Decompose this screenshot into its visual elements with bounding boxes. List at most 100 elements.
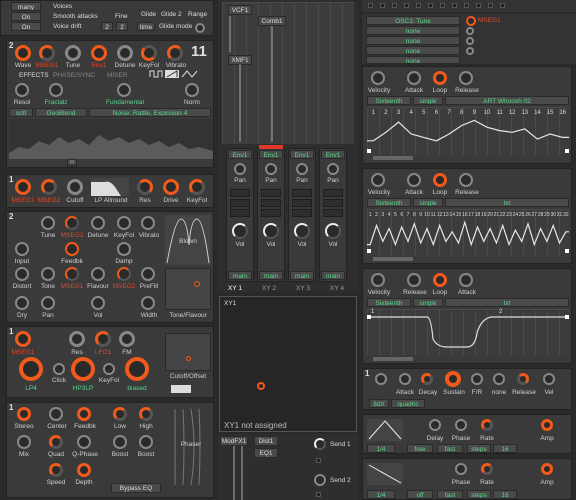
channel-4-slot-c[interactable] [323, 209, 343, 217]
lfo1-mod-knob[interactable] [95, 331, 111, 347]
resol-knob[interactable] [15, 83, 29, 97]
mod-target-2[interactable]: none [366, 26, 460, 35]
env-curve[interactable]: quadric [391, 399, 425, 408]
lfo1-delay-knob[interactable] [429, 419, 441, 431]
wave-knob[interactable] [15, 45, 31, 61]
mod-target-5[interactable]: none [366, 56, 460, 64]
tab-xy3[interactable]: XY 3 [296, 285, 310, 292]
boost-low-knob[interactable] [113, 435, 127, 449]
comb-tune-knob[interactable] [41, 216, 55, 230]
mseg-handle[interactable] [565, 149, 569, 153]
preset-slot-12[interactable] [500, 3, 505, 8]
send2-slot-a[interactable] [316, 492, 321, 497]
tune-knob[interactable] [65, 45, 81, 61]
env-fr-knob[interactable] [471, 373, 483, 385]
glide-mode-button[interactable]: time [137, 22, 155, 31]
damp-knob[interactable] [117, 242, 131, 256]
high-knob[interactable] [139, 407, 153, 421]
flavour-knob[interactable] [91, 267, 105, 281]
mseg1-zoom-bar[interactable] [373, 156, 413, 160]
channel-3-out[interactable]: main [290, 271, 314, 280]
env-vel-knob[interactable] [543, 373, 555, 385]
preset-slot-2[interactable] [380, 3, 385, 8]
comb-keyfol-knob[interactable] [117, 216, 131, 230]
channel-1-slot-a[interactable] [230, 189, 250, 197]
keyfol-knob[interactable] [141, 45, 157, 61]
geoblend-select[interactable]: GeoBlend [35, 108, 87, 117]
xy-point[interactable] [257, 382, 265, 390]
lfo1-rate-knob[interactable] [481, 419, 493, 431]
fine-a[interactable]: 2 [101, 22, 113, 31]
channel-3-slot-a[interactable] [292, 189, 312, 197]
mseg3-preset[interactable]: txt [445, 298, 569, 307]
mseg3-sync[interactable]: Sixteenth [367, 298, 411, 307]
voices-value[interactable]: many [11, 2, 41, 11]
mseg1-attack-knob[interactable] [407, 71, 421, 85]
comb-vibrato-knob[interactable] [141, 216, 155, 230]
lfo2-sync[interactable]: 1/4 [367, 490, 395, 499]
env1-knob[interactable] [91, 45, 107, 61]
depth-knob[interactable] [77, 463, 91, 477]
channel-3-env[interactable]: Env1 [290, 150, 314, 159]
channel-1-slot-c[interactable] [230, 209, 250, 217]
cutoff-offset-pad[interactable] [165, 333, 211, 371]
preset-slot-9[interactable] [464, 3, 469, 8]
mseg-handle[interactable] [565, 249, 569, 253]
xy-pad[interactable]: XY1 XY1 not assigned [219, 296, 357, 432]
channel-1-slot-b[interactable] [230, 199, 250, 207]
lfo1-mode[interactable]: free [407, 444, 433, 453]
lfo2-amp-knob[interactable] [541, 463, 553, 475]
preset-slot-10[interactable] [476, 3, 481, 8]
osc-scroll-indicator[interactable]: ▭ [67, 159, 77, 166]
channel-2-env[interactable]: Env1 [259, 150, 283, 159]
detune-knob[interactable] [117, 45, 133, 61]
comb-mseg2-knob[interactable] [65, 216, 79, 230]
comb-vol-knob[interactable] [91, 296, 105, 310]
lfo1-phase-knob[interactable] [455, 419, 467, 431]
mseg-curve-line[interactable] [367, 220, 569, 247]
mseg3-attack-knob[interactable] [459, 273, 473, 287]
filter2-mseg1-knob[interactable] [15, 331, 31, 347]
mseg3-curve[interactable] [367, 309, 569, 355]
mseg3-single[interactable]: single [413, 298, 443, 307]
drive-knob[interactable] [163, 179, 179, 195]
channel-1-pan-knob[interactable] [234, 163, 246, 175]
channel-4-slot-b[interactable] [323, 199, 343, 207]
env-attack-knob[interactable] [375, 373, 387, 385]
mod-amount-knob-2[interactable] [466, 27, 474, 35]
preset-slot-8[interactable] [452, 3, 457, 8]
tab-mixer[interactable]: MIXER [107, 72, 128, 79]
send1-slot-a[interactable] [316, 458, 321, 463]
lfo1-speed[interactable]: fast [437, 444, 463, 453]
vibrato-knob[interactable] [167, 45, 183, 61]
noise-select[interactable]: Noise: Rattle, Explosion 4 [89, 108, 211, 117]
tab-phase-sync[interactable]: PHASE/SYNC [53, 72, 95, 79]
fundamental-knob[interactable] [117, 83, 131, 97]
mod-amount-knob-3[interactable] [466, 37, 474, 45]
input-knob[interactable] [15, 242, 29, 256]
tab-xy4[interactable]: XY 4 [330, 285, 344, 292]
comb-mseg2b-knob[interactable] [117, 267, 131, 281]
filter1-mseg2-knob[interactable] [41, 179, 57, 195]
prefill-knob[interactable] [141, 267, 155, 281]
lfo2-steps[interactable]: 16 [493, 490, 517, 499]
lfo1-steps[interactable]: 16 [493, 444, 517, 453]
channel-3-pan-knob[interactable] [296, 163, 308, 175]
biased-knob[interactable] [125, 357, 149, 381]
channel-2-slot-b[interactable] [261, 199, 281, 207]
mseg2-velocity-knob[interactable] [371, 173, 385, 187]
mseg3-velocity-knob[interactable] [371, 273, 385, 287]
env-decay2-knob[interactable] [421, 373, 433, 385]
cutoff-knob[interactable] [67, 179, 83, 195]
send2-knob[interactable] [314, 474, 326, 486]
channel-1-env[interactable]: Env1 [228, 150, 252, 159]
env-decay-knob[interactable] [399, 373, 411, 385]
range-knob[interactable] [195, 23, 205, 33]
soft-select[interactable]: soft [9, 108, 33, 117]
fractalz-knob[interactable] [49, 83, 63, 97]
click-knob[interactable] [53, 363, 65, 375]
comb-mseg1-knob[interactable] [65, 267, 79, 281]
bypass-eq-button[interactable]: Bypass EQ [111, 483, 161, 493]
drift-toggle[interactable]: On [11, 22, 41, 31]
speed-knob[interactable] [49, 463, 63, 477]
